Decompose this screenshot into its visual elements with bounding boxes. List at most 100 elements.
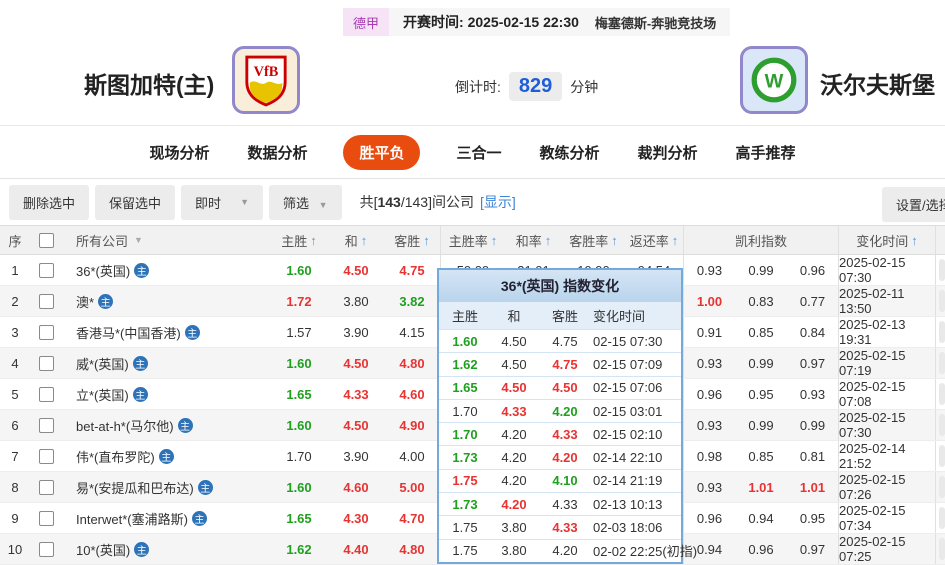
kelly-index-3: 0.96 — [799, 262, 826, 278]
popup-draw-odds: 4.50 — [501, 380, 527, 396]
row-checkbox[interactable] — [38, 262, 54, 278]
company-count-selected: 143 — [377, 194, 401, 210]
popup-home-odds: 1.73 — [452, 496, 478, 512]
row-checkbox[interactable] — [38, 355, 54, 371]
change-time: 2025-02-11 13:50 — [838, 286, 935, 316]
row-action-button[interactable] — [939, 476, 945, 498]
popup-away-odds: 4.20 — [552, 450, 578, 466]
row-checkbox[interactable] — [38, 510, 54, 526]
company-filter-icon[interactable]: ▼ — [134, 235, 143, 245]
row-action-button[interactable] — [939, 538, 945, 560]
popup-away-odds: 4.33 — [552, 426, 578, 442]
popup-away-odds: 4.75 — [552, 356, 578, 372]
kelly-index-1: 0.93 — [683, 255, 735, 285]
draw-odds: 4.60 — [343, 479, 369, 495]
select-all-checkbox[interactable] — [38, 232, 54, 248]
away-odds: 4.00 — [399, 448, 425, 464]
kelly-index-2: 0.94 — [748, 510, 774, 526]
sort-up-icon[interactable]: ↑ — [545, 233, 552, 248]
row-action-button[interactable] — [939, 507, 945, 529]
row-action-button[interactable] — [939, 290, 945, 312]
row-checkbox[interactable] — [38, 479, 54, 495]
kelly-index-2: 0.99 — [748, 262, 774, 278]
row-checkbox[interactable] — [38, 448, 54, 464]
header-draw-rate-label: 和率 — [515, 233, 542, 249]
sort-up-icon[interactable]: ↑ — [911, 233, 918, 248]
kelly-index-1: 0.96 — [683, 379, 735, 409]
tab-2[interactable]: 数据分析 — [245, 135, 309, 170]
row-action-button[interactable] — [939, 383, 945, 405]
row-checkbox[interactable] — [38, 417, 54, 433]
popup-home-odds: 1.70 — [452, 426, 478, 442]
row-checkbox[interactable] — [38, 386, 54, 402]
row-action-button[interactable] — [939, 352, 945, 374]
row-action-button[interactable] — [939, 321, 945, 343]
kelly-index-2: 0.99 — [748, 355, 774, 371]
home-odds: 1.60 — [286, 479, 312, 495]
row-action-button[interactable] — [939, 259, 945, 281]
row-number: 10 — [7, 541, 23, 557]
company-count: 共[143/143]间公司 [显示] — [360, 192, 516, 212]
header-home-rate: 主胜率 ↑ — [440, 226, 505, 254]
tab-7[interactable]: 高手推荐 — [734, 135, 798, 170]
sort-up-icon[interactable]: ↑ — [423, 233, 430, 248]
delete-selected-button[interactable]: 删除选中 — [9, 184, 90, 220]
row-edge-cell — [935, 286, 945, 316]
home-odds: 1.60 — [286, 262, 312, 278]
wolfsburg-crest-icon: W — [751, 57, 797, 103]
popup-home-odds: 1.60 — [452, 333, 478, 349]
tab-5[interactable]: 教练分析 — [538, 135, 602, 170]
change-time: 2025-02-14 21:52 — [838, 441, 935, 471]
tab-4[interactable]: 三合一 — [454, 135, 503, 170]
popup-home-odds: 1.75 — [452, 543, 478, 559]
sort-up-icon[interactable]: ↑ — [672, 233, 679, 248]
filter-dropdown-label: 筛选 — [283, 195, 310, 211]
sort-up-icon[interactable]: ↑ — [611, 233, 618, 248]
company-name: 伟*(直布罗陀) — [76, 449, 155, 465]
row-number: 8 — [11, 479, 19, 495]
row-checkbox-cell — [30, 379, 62, 409]
away-team-logo: W — [740, 46, 808, 114]
company-name: 立*(英国) — [76, 387, 129, 403]
header-home-rate-label: 主胜率 — [448, 233, 488, 249]
keep-selected-button[interactable]: 保留选中 — [95, 184, 176, 220]
row-edge-cell — [935, 379, 945, 409]
tab-6[interactable]: 裁判分析 — [636, 135, 700, 170]
popup-draw-odds: 4.20 — [501, 496, 527, 512]
row-checkbox[interactable] — [38, 293, 54, 309]
row-checkbox[interactable] — [38, 541, 54, 557]
sort-up-icon[interactable]: ↑ — [491, 233, 498, 248]
sort-up-icon[interactable]: ↑ — [361, 233, 368, 248]
row-action-button[interactable] — [939, 445, 945, 467]
home-company-badge-icon: 主 — [98, 293, 114, 309]
filter-dropdown[interactable]: 筛选 ▼ — [269, 184, 342, 220]
kelly-index-1: 0.93 — [683, 348, 735, 378]
popup-away-odds: 4.10 — [552, 473, 578, 489]
row-checkbox-cell — [30, 534, 62, 564]
tab-1[interactable]: 现场分析 — [147, 135, 211, 170]
home-team-name: 斯图加特(主) — [84, 72, 215, 98]
kelly-index-3: 0.93 — [799, 386, 826, 402]
row-checkbox[interactable] — [38, 324, 54, 340]
company-name: bet-at-h*(马尔他) — [76, 418, 174, 434]
popup-row: 1.75 4.20 4.10 02-14 21:19 — [439, 468, 681, 492]
row-number: 9 — [11, 510, 19, 526]
show-link[interactable]: [显示] — [480, 194, 516, 210]
countdown-label: 倒计时: — [455, 78, 501, 95]
popup-change-time: 02-14 21:19 — [593, 473, 663, 489]
live-odds-dropdown[interactable]: 即时 ▼ — [181, 184, 264, 220]
home-company-badge-icon: 主 — [158, 448, 174, 464]
tab-3[interactable]: 胜平负 — [343, 134, 421, 170]
settings-select-button[interactable]: 设置/选择 — [882, 187, 945, 222]
popup-change-time: 02-15 03:01 — [593, 403, 663, 419]
sort-up-icon[interactable]: ↑ — [310, 233, 317, 248]
row-action-button[interactable] — [939, 414, 945, 436]
change-time: 2025-02-15 07:19 — [838, 348, 935, 378]
popup-home-odds: 1.62 — [452, 356, 478, 372]
kelly-index-2: 0.99 — [748, 417, 774, 433]
header-checkbox-cell — [30, 226, 62, 254]
company-cell: 36*(英国) 主 — [62, 255, 270, 285]
draw-odds: 3.90 — [343, 324, 369, 340]
company-name: 36*(英国) — [76, 263, 131, 279]
row-edge-cell — [935, 472, 945, 502]
